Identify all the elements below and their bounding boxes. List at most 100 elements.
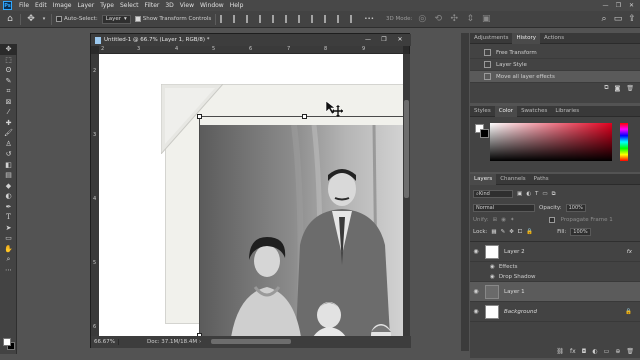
- tab-swatches[interactable]: Swatches: [517, 106, 551, 117]
- auto-select-dropdown[interactable]: Layer ▾: [101, 14, 131, 24]
- align-left-icon[interactable]: [220, 15, 228, 23]
- unify-style-icon[interactable]: ✦: [510, 217, 515, 223]
- tab-libraries[interactable]: Libraries: [551, 106, 583, 117]
- distribute-horizontal-icon[interactable]: [337, 15, 345, 23]
- eye-icon[interactable]: ◉: [470, 248, 482, 255]
- menu-window[interactable]: Window: [197, 2, 227, 9]
- share-icon[interactable]: ⇪: [626, 13, 638, 25]
- trash-icon[interactable]: 🗑: [626, 348, 634, 355]
- minimize-button[interactable]: —: [599, 0, 612, 11]
- doc-minimize-button[interactable]: —: [360, 34, 376, 46]
- distribute-icon[interactable]: [298, 15, 306, 23]
- history-item[interactable]: Free Transform: [470, 47, 640, 59]
- distribute-vertical-icon[interactable]: [324, 15, 332, 23]
- path-selection-tool-icon[interactable]: ➤: [0, 223, 17, 234]
- menu-view[interactable]: View: [177, 2, 197, 9]
- filter-shape-icon[interactable]: ▭: [542, 191, 547, 197]
- blur-tool-icon[interactable]: ◆: [0, 181, 17, 192]
- healing-brush-tool-icon[interactable]: ✚: [0, 118, 17, 129]
- 3d-drag-icon[interactable]: ✣: [448, 13, 460, 25]
- propagate-checkbox[interactable]: [548, 217, 555, 223]
- tab-channels[interactable]: Channels: [496, 174, 529, 185]
- clone-stamp-tool-icon[interactable]: ♙: [0, 139, 17, 150]
- move-tool-icon[interactable]: ✥: [25, 13, 37, 25]
- tab-history[interactable]: History: [512, 32, 541, 44]
- unify-visibility-icon[interactable]: ◉: [501, 217, 506, 223]
- more-options-icon[interactable]: •••: [364, 16, 374, 22]
- layer-row[interactable]: ◉ Background 🔒: [470, 302, 640, 322]
- distribute-more-icon[interactable]: [350, 15, 358, 23]
- lock-transparent-icon[interactable]: ▦: [491, 229, 496, 235]
- zoom-level[interactable]: 66.67%: [91, 339, 119, 345]
- document-tab[interactable]: Untitled-1 @ 66.7% (Layer 1, RGB/8) * — …: [91, 34, 411, 46]
- blend-mode-dropdown[interactable]: Normal: [473, 204, 535, 212]
- new-group-icon[interactable]: ▭: [604, 348, 610, 355]
- lock-move-icon[interactable]: ✥: [509, 229, 514, 235]
- color-saturation-field[interactable]: [490, 123, 612, 161]
- menu-3d[interactable]: 3D: [162, 2, 176, 9]
- lock-artboard-icon[interactable]: ⧠: [518, 229, 522, 236]
- crop-tool-icon[interactable]: ⌗: [0, 86, 17, 97]
- layer-name[interactable]: Background: [504, 309, 537, 315]
- history-item[interactable]: Layer Style: [470, 59, 640, 71]
- frame-tool-icon[interactable]: ⊠: [0, 97, 17, 108]
- 3d-orbit-icon[interactable]: ◎: [416, 13, 428, 25]
- type-tool-icon[interactable]: T: [0, 212, 17, 223]
- trash-icon[interactable]: 🗑: [626, 85, 634, 92]
- 3d-roll-icon[interactable]: ⟲: [432, 13, 444, 25]
- opacity-input[interactable]: 100%: [565, 204, 586, 212]
- menu-image[interactable]: Image: [50, 2, 75, 9]
- effects-eye-icon[interactable]: ◉: [490, 264, 495, 270]
- menu-select[interactable]: Select: [117, 2, 142, 9]
- unify-position-icon[interactable]: ⊞: [493, 217, 498, 223]
- doc-maximize-button[interactable]: ❐: [376, 34, 392, 46]
- show-transform-checkbox[interactable]: Show Transform Controls: [134, 16, 211, 22]
- horizontal-scroll-thumb[interactable]: [211, 339, 291, 344]
- lock-all-icon[interactable]: 🔒: [526, 229, 533, 235]
- vertical-scroll-thumb[interactable]: [404, 100, 409, 198]
- add-mask-icon[interactable]: ◘: [582, 348, 587, 355]
- gradient-tool-icon[interactable]: ▤: [0, 170, 17, 181]
- align-top-icon[interactable]: [259, 15, 267, 23]
- new-layer-icon[interactable]: ⊕: [615, 348, 620, 355]
- foreground-color-swatch[interactable]: [3, 338, 11, 346]
- menu-layer[interactable]: Layer: [74, 2, 97, 9]
- transform-bounding-box[interactable]: [199, 116, 403, 336]
- align-center-icon[interactable]: [233, 15, 241, 23]
- 3d-camera-icon[interactable]: ▣: [480, 13, 492, 25]
- filter-smart-object-icon[interactable]: ⧉: [552, 191, 556, 198]
- filter-adjustment-icon[interactable]: ◐: [526, 191, 531, 197]
- fill-input[interactable]: 100%: [570, 228, 591, 236]
- layer-row-selected[interactable]: ◉ Layer 1: [470, 282, 640, 302]
- layer-name[interactable]: Layer 2: [504, 249, 525, 255]
- auto-select-checkbox[interactable]: Auto-Select:: [56, 16, 98, 22]
- filter-pixel-icon[interactable]: ▣: [517, 191, 522, 197]
- tab-actions[interactable]: Actions: [540, 33, 568, 44]
- menu-edit[interactable]: Edit: [32, 2, 50, 9]
- menu-type[interactable]: Type: [97, 2, 117, 9]
- tab-paths[interactable]: Paths: [530, 174, 553, 185]
- workspace-icon[interactable]: ▭: [612, 13, 624, 25]
- brush-tool-icon[interactable]: 🖌: [0, 128, 17, 139]
- transform-handle-top-center[interactable]: [302, 114, 307, 119]
- dodge-tool-icon[interactable]: ◐: [0, 191, 17, 202]
- tab-styles[interactable]: Styles: [470, 106, 495, 117]
- tab-adjustments[interactable]: Adjustments: [470, 33, 512, 44]
- align-middle-icon[interactable]: [272, 15, 280, 23]
- move-tool-icon[interactable]: ✥: [0, 44, 17, 55]
- add-style-icon[interactable]: fx: [570, 348, 576, 355]
- filter-kind-dropdown[interactable]: ⌕ Kind: [473, 190, 513, 198]
- layer-row[interactable]: ◉ Layer 2 fx: [470, 242, 640, 262]
- color-panel-background-swatch[interactable]: [480, 129, 489, 138]
- maximize-button[interactable]: ❐: [612, 0, 625, 11]
- effect-eye-icon[interactable]: ◉: [490, 274, 495, 280]
- menu-filter[interactable]: Filter: [142, 2, 163, 9]
- new-adjustment-icon[interactable]: ◐: [592, 348, 597, 355]
- eye-icon[interactable]: ◉: [470, 288, 482, 295]
- search-icon[interactable]: ⌕: [598, 13, 610, 25]
- fx-badge[interactable]: fx: [627, 249, 632, 255]
- distribute-spacing-icon[interactable]: [311, 15, 319, 23]
- pen-tool-icon[interactable]: ✒: [0, 202, 17, 213]
- history-item-selected[interactable]: Move all layer effects: [470, 71, 640, 83]
- menu-help[interactable]: Help: [227, 2, 247, 9]
